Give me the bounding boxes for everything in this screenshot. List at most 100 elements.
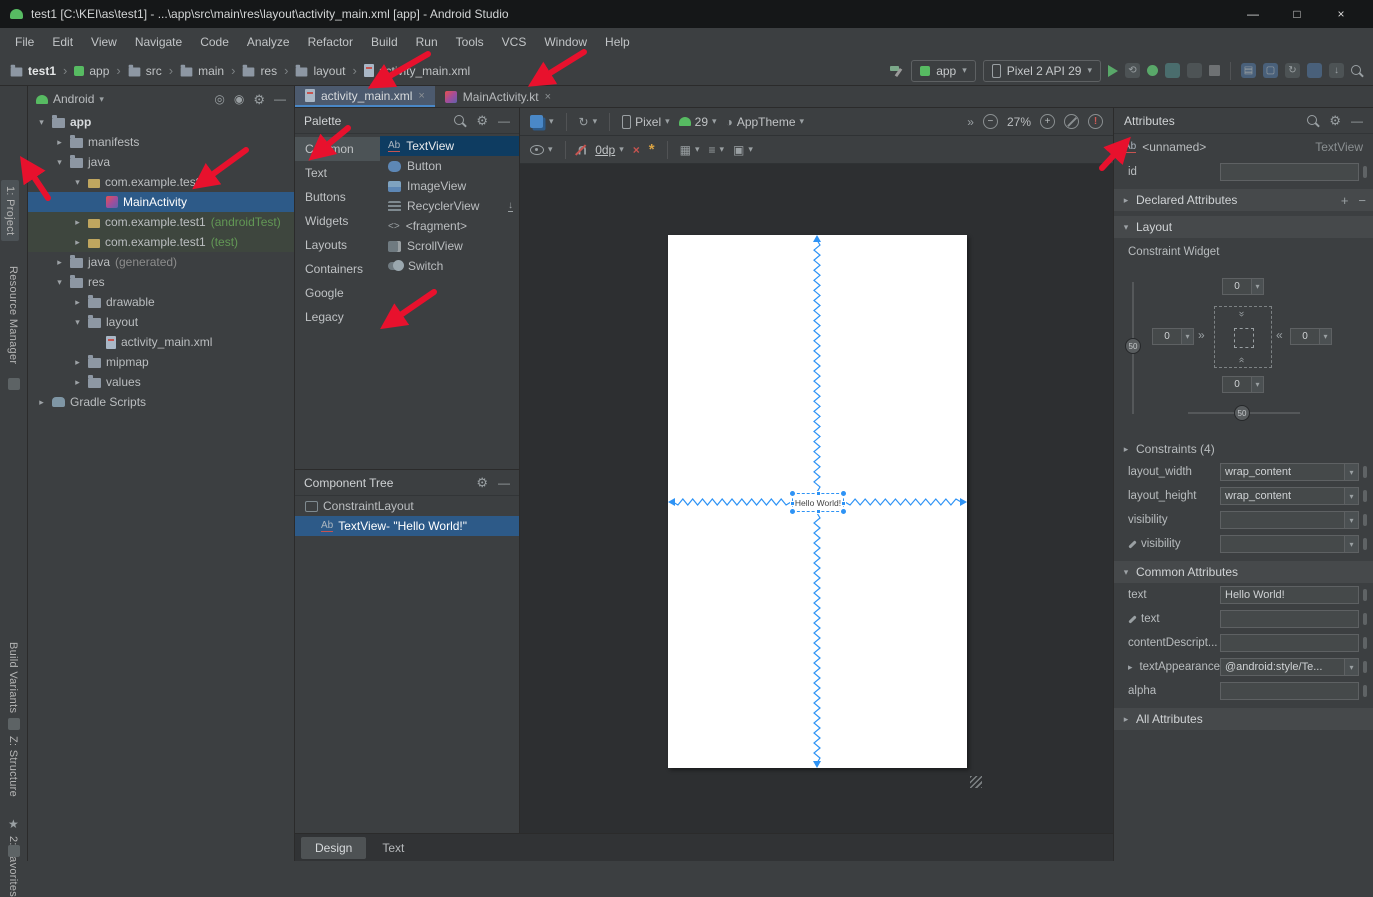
tree-chevron-icon[interactable]: ▸ <box>72 357 83 368</box>
project-view-selector[interactable]: Android <box>53 92 94 106</box>
breadcrumb-app[interactable]: app <box>74 64 109 78</box>
download-icon[interactable]: ↓ <box>508 201 513 212</box>
autoconnect-magnet-icon[interactable]: U <box>578 143 587 157</box>
palette-category-containers[interactable]: Containers <box>295 257 380 281</box>
text-appearance-dropdown[interactable]: @android:style/Te...▾ <box>1220 658 1359 676</box>
breadcrumb-res[interactable]: res <box>242 64 277 78</box>
constraint-widget[interactable]: 50 0▾ 0▾ » » » « 0▾ 0▾ 50 <box>1126 264 1362 436</box>
flag-indicator[interactable] <box>1363 589 1367 601</box>
menu-view[interactable]: View <box>82 29 126 55</box>
constraint-anchor[interactable] <box>790 501 795 506</box>
chevron-collapsed-icon[interactable]: ▸ <box>1121 195 1131 206</box>
constraint-anchor[interactable] <box>816 509 821 514</box>
tree-item-mipmap[interactable]: ▸mipmap <box>28 352 294 372</box>
visibility-dropdown[interactable]: ▾ <box>1220 511 1359 529</box>
palette-item-recyclerview[interactable]: RecyclerView↓ <box>380 196 519 216</box>
chevron-expanded-icon[interactable]: ▾ <box>1121 567 1131 578</box>
tree-chevron-icon[interactable]: ▸ <box>36 397 47 408</box>
selection-handle[interactable] <box>789 490 796 497</box>
tools-text-input[interactable] <box>1220 610 1359 628</box>
stripe-icon[interactable] <box>8 378 20 390</box>
attach-debugger-icon[interactable] <box>1187 63 1202 78</box>
tree-chevron-icon[interactable]: ▸ <box>54 137 65 148</box>
tree-chevron-icon[interactable]: ▸ <box>54 257 65 268</box>
tree-item-gradle-scripts[interactable]: ▸Gradle Scripts <box>28 392 294 412</box>
run-config-dropdown[interactable]: app▾ <box>911 60 976 82</box>
align-dropdown[interactable]: ≡▾ <box>709 144 725 156</box>
palette-item-scrollview[interactable]: ScrollView <box>380 236 519 256</box>
api-version-dropdown[interactable]: 29▾ <box>679 115 717 129</box>
palette-item-fragment[interactable]: <><fragment> <box>380 216 519 236</box>
selection-handle[interactable] <box>789 508 796 515</box>
menu-refactor[interactable]: Refactor <box>299 29 362 55</box>
errors-panel-button[interactable]: ! <box>1088 114 1103 129</box>
search-icon[interactable] <box>454 115 466 127</box>
hide-icon[interactable]: — <box>1351 114 1363 128</box>
layout-width-dropdown[interactable]: wrap_content▾ <box>1220 463 1359 481</box>
component-textview[interactable]: Ab TextView- "Hello World!" <box>295 516 519 536</box>
tab-text[interactable]: Text <box>368 837 418 859</box>
tree-item-mainactivity[interactable]: MainActivity <box>28 192 294 212</box>
scope-globe-icon[interactable]: ◎ <box>214 93 224 105</box>
canvas-resize-handle[interactable] <box>970 776 982 788</box>
margin-right-dropdown[interactable]: 0▾ <box>1290 328 1332 345</box>
component-constraintlayout[interactable]: ConstraintLayout <box>295 496 519 516</box>
id-input[interactable] <box>1220 163 1359 181</box>
theme-dropdown[interactable]: ◑AppTheme▾ <box>726 115 804 129</box>
all-attributes-section[interactable]: ▸ All Attributes <box>1114 708 1373 730</box>
search-everywhere-icon[interactable] <box>1351 65 1363 77</box>
palette-item-imageview[interactable]: ImageView <box>380 176 519 196</box>
palette-category-widgets[interactable]: Widgets <box>295 209 380 233</box>
constraint-anchor[interactable] <box>841 501 846 506</box>
tree-item-res[interactable]: ▾res <box>28 272 294 292</box>
menu-edit[interactable]: Edit <box>43 29 82 55</box>
hide-icon[interactable]: — <box>274 92 286 106</box>
maximize-button[interactable]: □ <box>1275 7 1319 21</box>
chevron-collapsed-icon[interactable]: ▸ <box>1128 662 1135 673</box>
menu-code[interactable]: Code <box>191 29 238 55</box>
breadcrumb-test1[interactable]: test1 <box>10 64 56 78</box>
locate-file-icon[interactable]: ◉ <box>234 93 244 105</box>
palette-category-common[interactable]: Common <box>295 137 380 161</box>
tree-chevron-icon[interactable]: ▸ <box>72 297 83 308</box>
hide-icon[interactable]: — <box>498 114 510 128</box>
layout-section[interactable]: ▾ Layout <box>1114 216 1373 238</box>
gear-icon[interactable]: ⚙ <box>476 476 488 489</box>
project-structure-icon[interactable]: ▤ <box>1241 63 1256 78</box>
chevron-collapsed-icon[interactable]: ▸ <box>1121 444 1131 455</box>
palette-category-text[interactable]: Text <box>295 161 380 185</box>
tree-chevron-icon[interactable]: ▸ <box>72 377 83 388</box>
add-attribute-button[interactable]: + <box>1341 193 1349 208</box>
tree-item-java[interactable]: ▾java <box>28 152 294 172</box>
palette-category-legacy[interactable]: Legacy <box>295 305 380 329</box>
guidelines-dropdown[interactable]: ▦▾ <box>680 144 700 156</box>
palette-item-button[interactable]: Button <box>380 156 519 176</box>
palette-category-layouts[interactable]: Layouts <box>295 233 380 257</box>
menu-analyze[interactable]: Analyze <box>238 29 299 55</box>
margin-top-dropdown[interactable]: 0▾ <box>1222 278 1264 295</box>
avd-manager-icon[interactable] <box>1307 63 1322 78</box>
stripe-tab-build-variants[interactable]: Build Variants <box>7 642 19 713</box>
tree-chevron-icon[interactable]: ▾ <box>36 117 47 128</box>
gear-icon[interactable]: ⚙ <box>476 114 488 127</box>
apply-changes-icon[interactable]: ⟲ <box>1125 63 1140 78</box>
device-dropdown[interactable]: Pixel 2 API 29▾ <box>983 60 1101 82</box>
tree-item-package-test[interactable]: ▸com.example.test1(test) <box>28 232 294 252</box>
flag-indicator[interactable] <box>1363 490 1367 502</box>
flag-indicator[interactable] <box>1363 613 1367 625</box>
tab-activity-main-xml[interactable]: activity_main.xml × <box>295 86 435 107</box>
palette-category-buttons[interactable]: Buttons <box>295 185 380 209</box>
flag-indicator[interactable] <box>1363 514 1367 526</box>
tree-item-drawable[interactable]: ▸drawable <box>28 292 294 312</box>
flag-indicator[interactable] <box>1363 661 1367 673</box>
tree-chevron-icon[interactable]: ▾ <box>72 177 83 188</box>
stripe-tab-structure[interactable]: Z: Structure <box>7 736 19 797</box>
tab-mainactivity-kt[interactable]: MainActivity.kt × <box>435 86 561 107</box>
palette-item-textview[interactable]: AbTextView <box>380 136 519 156</box>
device-screen[interactable]: Hello World! <box>668 235 967 768</box>
flag-indicator[interactable] <box>1363 637 1367 649</box>
tree-chevron-icon[interactable]: ▸ <box>72 217 83 228</box>
sdk-manager-icon[interactable]: ↓ <box>1329 63 1344 78</box>
sync-gradle-icon[interactable]: ↻ <box>1285 63 1300 78</box>
tools-visibility-dropdown[interactable]: ▾ <box>1220 535 1359 553</box>
